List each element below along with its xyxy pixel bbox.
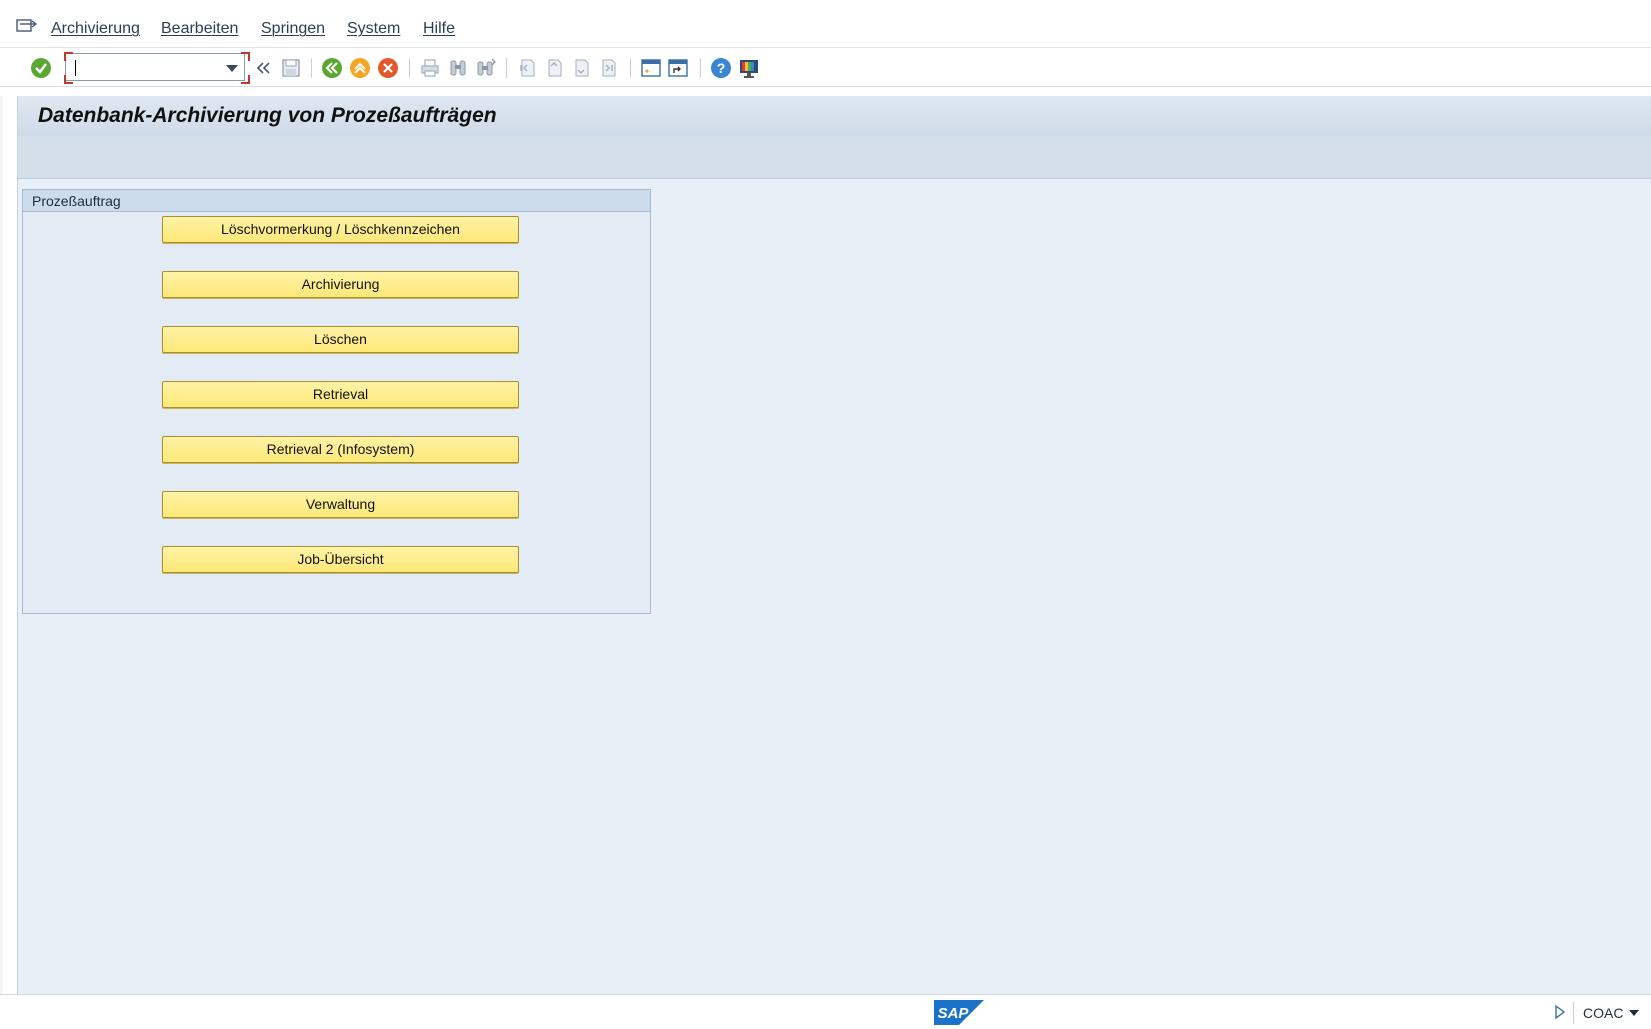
last-page-icon[interactable] bbox=[596, 56, 620, 80]
text-cursor bbox=[75, 60, 76, 76]
find-icon[interactable] bbox=[446, 56, 470, 80]
status-separator bbox=[1573, 1002, 1574, 1024]
window-frame bbox=[0, 96, 3, 994]
sap-gui-window: Archivierung Bearbeiten Springen System … bbox=[0, 0, 1651, 1029]
focus-corner bbox=[64, 52, 73, 61]
first-page-icon[interactable] bbox=[515, 56, 539, 80]
title-bar: Datenbank-Archivierung von Prozeßaufträg… bbox=[18, 96, 1651, 137]
groupbox-prozessauftrag: Prozeßauftrag Löschvormerkung / Löschken… bbox=[22, 189, 651, 614]
shortcut-icon[interactable] bbox=[666, 56, 690, 80]
toolbar-separator bbox=[506, 58, 507, 78]
loeschvormerkung-button[interactable]: Löschvormerkung / Löschkennzeichen bbox=[162, 216, 519, 243]
sap-logo-text: SAP bbox=[938, 1005, 970, 1022]
find-next-icon[interactable] bbox=[474, 56, 498, 80]
menu-icon[interactable] bbox=[16, 17, 38, 35]
job-uebersicht-button[interactable]: Job-Übersicht bbox=[162, 546, 519, 573]
next-page-icon[interactable] bbox=[569, 56, 593, 80]
verwaltung-button[interactable]: Verwaltung bbox=[162, 491, 519, 518]
archivierung-button[interactable]: Archivierung bbox=[162, 271, 519, 298]
command-input[interactable] bbox=[70, 57, 224, 79]
retrieval-button[interactable]: Retrieval bbox=[162, 381, 519, 408]
toolbar-separator bbox=[630, 58, 631, 78]
system-toolbar: ? bbox=[0, 48, 1651, 87]
focus-corner bbox=[241, 75, 250, 84]
chevron-down-icon[interactable] bbox=[1629, 1010, 1639, 1016]
groupbox-title: Prozeßauftrag bbox=[32, 193, 121, 209]
cancel-icon[interactable] bbox=[376, 56, 400, 80]
main-content: Datenbank-Archivierung von Prozeßaufträg… bbox=[17, 96, 1651, 994]
previous-page-icon[interactable] bbox=[542, 56, 566, 80]
menu-bearbeiten[interactable]: Bearbeiten bbox=[161, 20, 238, 38]
toolbar-separator bbox=[311, 58, 312, 78]
customize-layout-icon[interactable] bbox=[737, 56, 761, 80]
retrieval-2-button[interactable]: Retrieval 2 (Infosystem) bbox=[162, 436, 519, 463]
menu-archivierung[interactable]: Archivierung bbox=[51, 20, 140, 38]
back-icon[interactable] bbox=[320, 56, 344, 80]
menu-bar: Archivierung Bearbeiten Springen System … bbox=[0, 0, 1651, 48]
loeschen-button[interactable]: Löschen bbox=[162, 326, 519, 353]
menu-hilfe[interactable]: Hilfe bbox=[423, 20, 455, 38]
svg-text:?: ? bbox=[717, 60, 726, 76]
focus-corner bbox=[241, 52, 250, 61]
print-icon[interactable] bbox=[418, 56, 442, 80]
enter-check-icon[interactable] bbox=[29, 56, 53, 80]
page-title: Datenbank-Archivierung von Prozeßaufträg… bbox=[38, 104, 497, 127]
system-info[interactable]: COAC bbox=[1583, 1005, 1623, 1021]
create-session-icon[interactable] bbox=[639, 56, 663, 80]
menu-springen[interactable]: Springen bbox=[261, 20, 325, 38]
toolbar-separator bbox=[409, 58, 410, 78]
status-bar: SAP COAC bbox=[0, 994, 1651, 1029]
chevron-down-icon[interactable] bbox=[226, 65, 238, 72]
menu-system[interactable]: System bbox=[347, 20, 400, 38]
help-icon[interactable]: ? bbox=[709, 56, 733, 80]
save-icon[interactable] bbox=[279, 56, 303, 80]
expand-status-icon[interactable] bbox=[1553, 1004, 1567, 1020]
groupbox-header: Prozeßauftrag bbox=[23, 190, 650, 212]
sap-logo: SAP bbox=[934, 1000, 984, 1025]
collapse-arrows-icon[interactable] bbox=[252, 56, 276, 80]
application-toolbar bbox=[18, 136, 1651, 179]
command-field[interactable] bbox=[65, 53, 245, 81]
focus-corner bbox=[64, 75, 73, 84]
exit-icon[interactable] bbox=[348, 56, 372, 80]
toolbar-separator bbox=[700, 58, 701, 78]
